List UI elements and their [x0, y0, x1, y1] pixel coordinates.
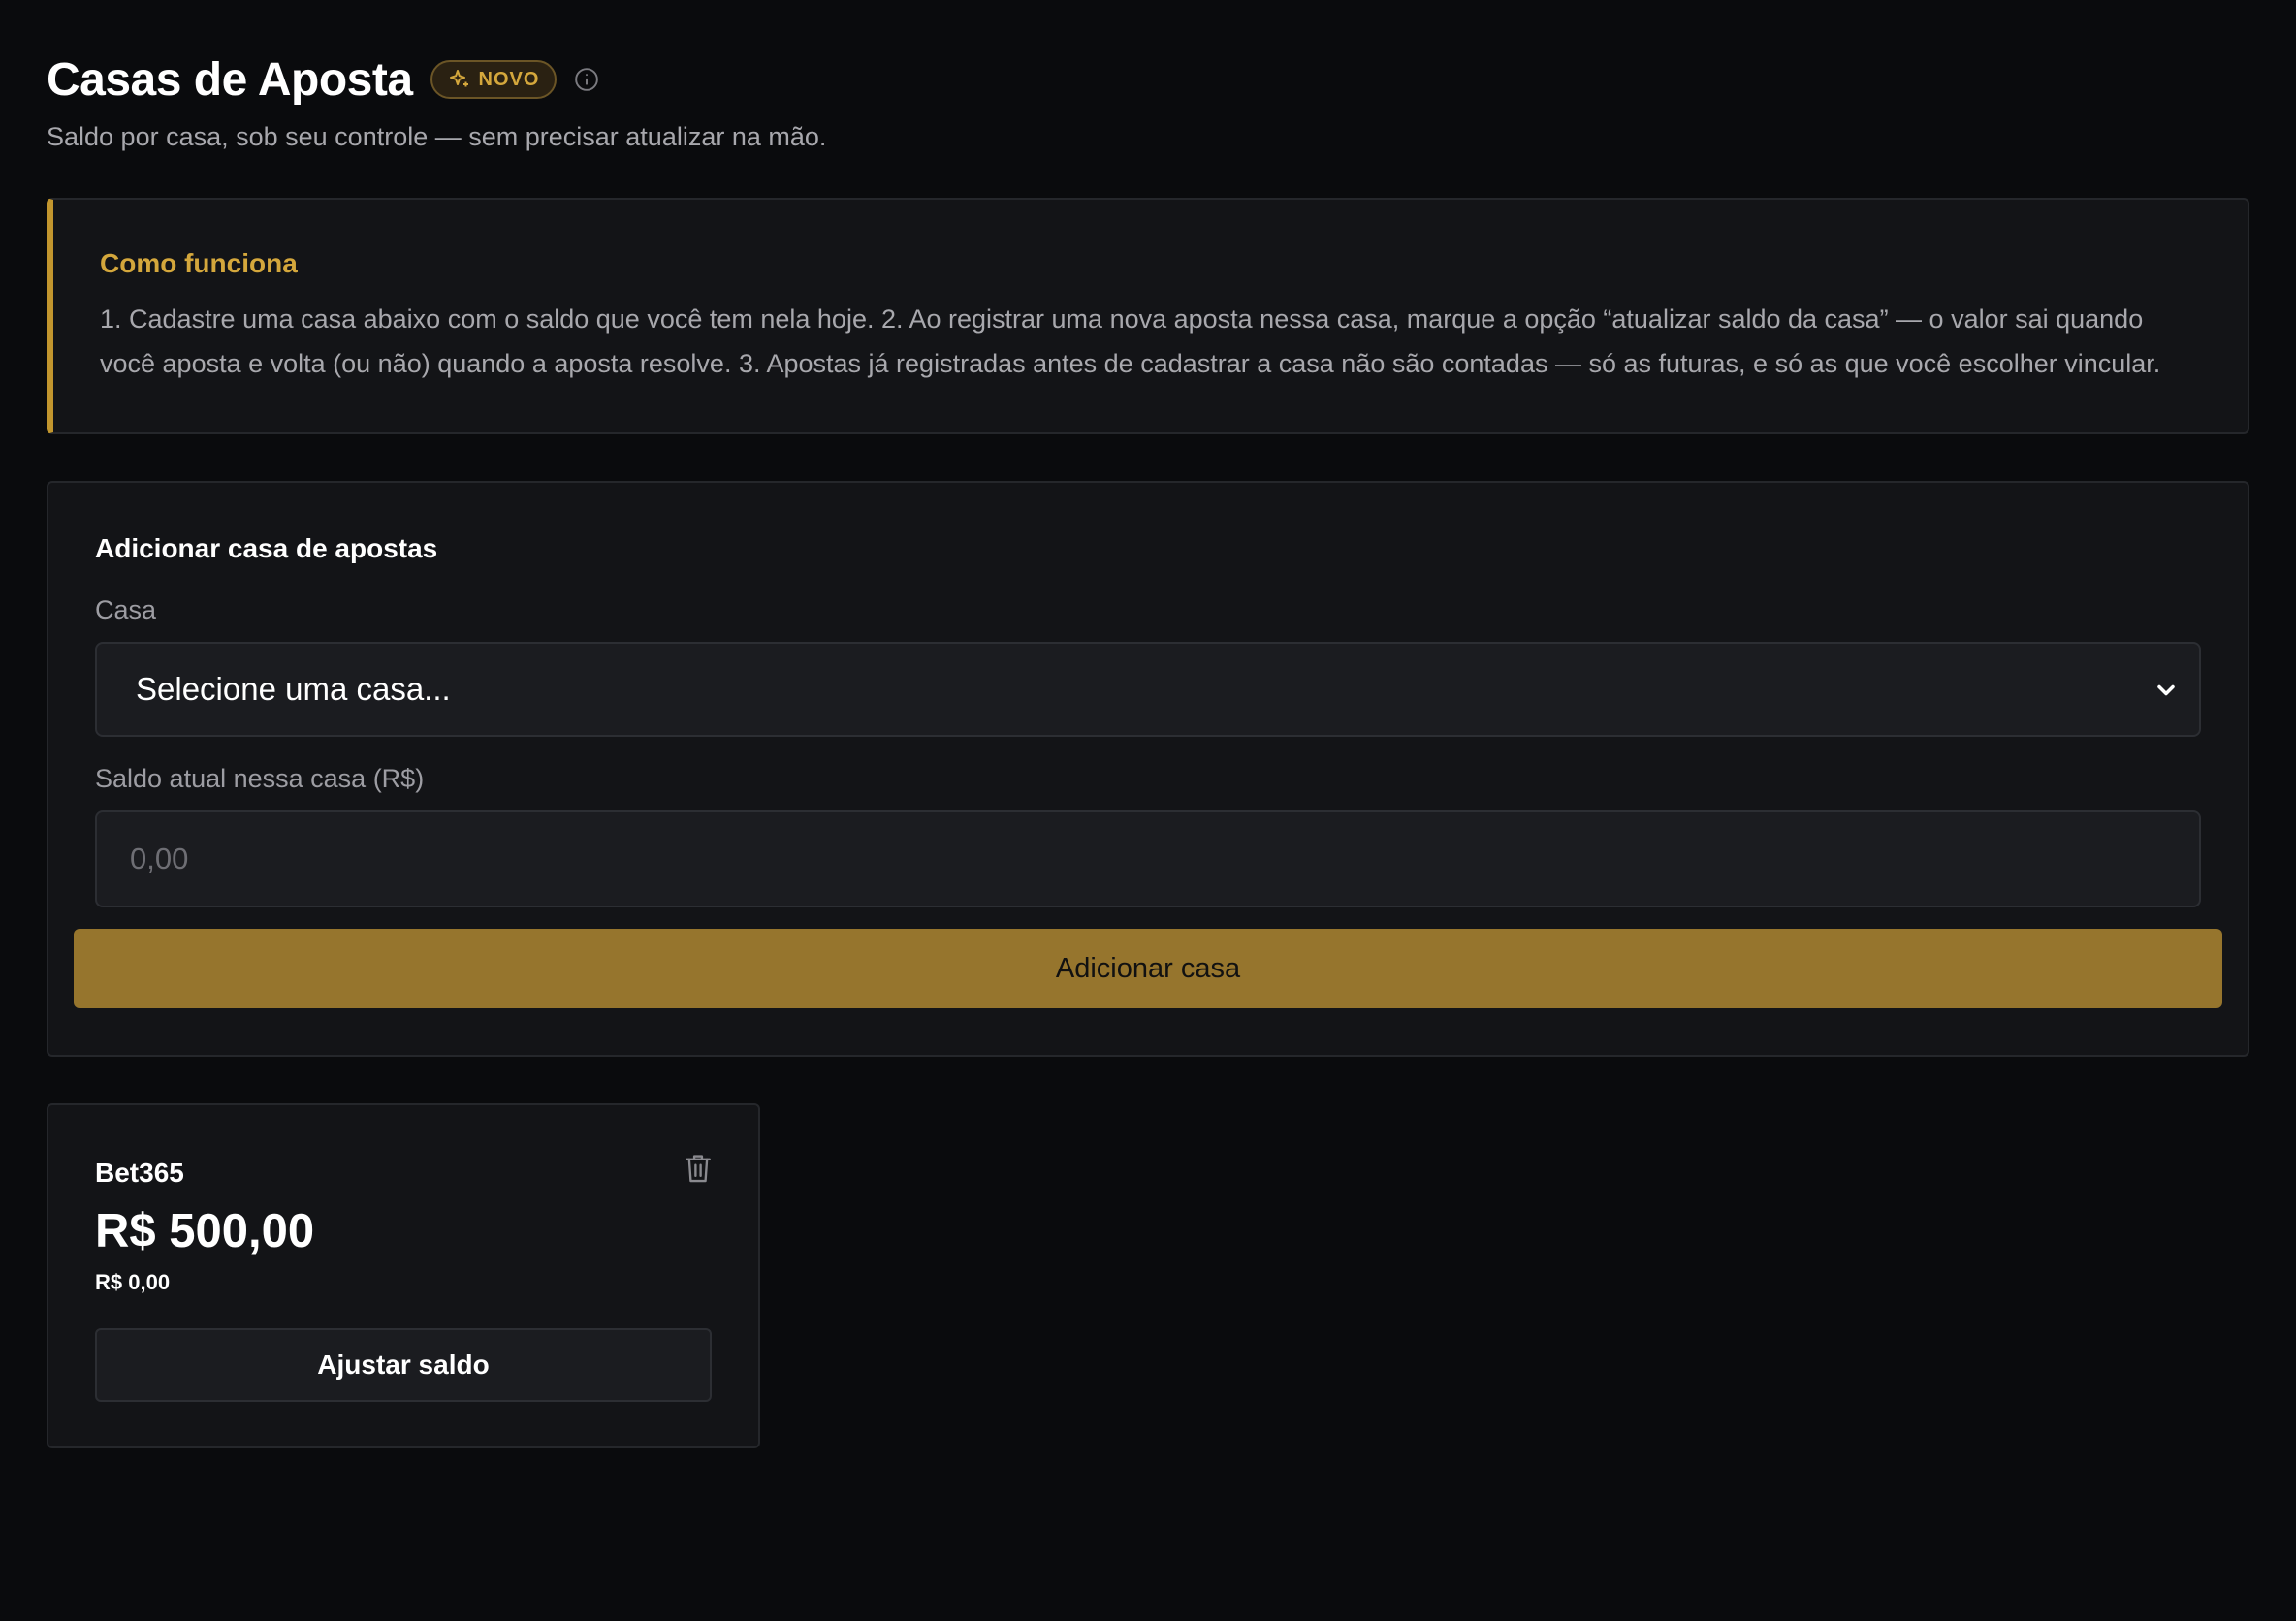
saldo-input[interactable]: 0,00 — [95, 810, 2201, 907]
badge-label: NOVO — [478, 68, 540, 90]
page-subtitle: Saldo por casa, sob seu controle — sem p… — [47, 122, 827, 151]
how-it-works-card: Como funciona 1. Cadastre uma casa abaix… — [47, 198, 2249, 434]
new-badge: NOVO — [430, 60, 558, 99]
add-casa-button[interactable]: Adicionar casa — [74, 929, 2222, 1008]
page-title: Casas de Aposta — [47, 53, 413, 106]
casa-select[interactable]: Selecione uma casa... — [95, 642, 2201, 737]
chevron-down-icon — [2157, 684, 2175, 696]
adjust-balance-button[interactable]: Ajustar saldo — [95, 1328, 712, 1402]
add-casa-heading: Adicionar casa de apostas — [95, 533, 438, 563]
casa-label: Casa — [95, 595, 157, 624]
info-icon[interactable] — [574, 67, 599, 92]
add-casa-card: Adicionar casa de apostas Casa Selecione… — [47, 481, 2249, 1057]
casa-sub-value: R$ 0,00 — [95, 1270, 171, 1294]
casa-balance: R$ 500,00 — [95, 1205, 315, 1257]
title-row: Casas de Aposta NOVO — [47, 50, 826, 109]
saldo-input-placeholder: 0,00 — [130, 842, 189, 875]
saldo-label: Saldo atual nessa casa (R$) — [95, 764, 425, 793]
casa-name: Bet365 — [95, 1158, 184, 1188]
page-header: Casas de Aposta NOVO Saldo por casa, sob… — [47, 50, 826, 152]
casa-card: Bet365 R$ 500,00 R$ 0,00 Ajustar saldo — [47, 1103, 760, 1448]
how-it-works-text: 1. Cadastre uma casa abaixo com o saldo … — [100, 304, 2161, 378]
page: Casas de Aposta NOVO Saldo por casa, sob… — [0, 0, 2296, 1621]
sparkle-icon — [449, 70, 468, 87]
trash-icon[interactable] — [683, 1152, 714, 1185]
how-it-works-title: Como funciona — [100, 248, 298, 278]
casa-select-value: Selecione uma casa... — [136, 671, 451, 707]
